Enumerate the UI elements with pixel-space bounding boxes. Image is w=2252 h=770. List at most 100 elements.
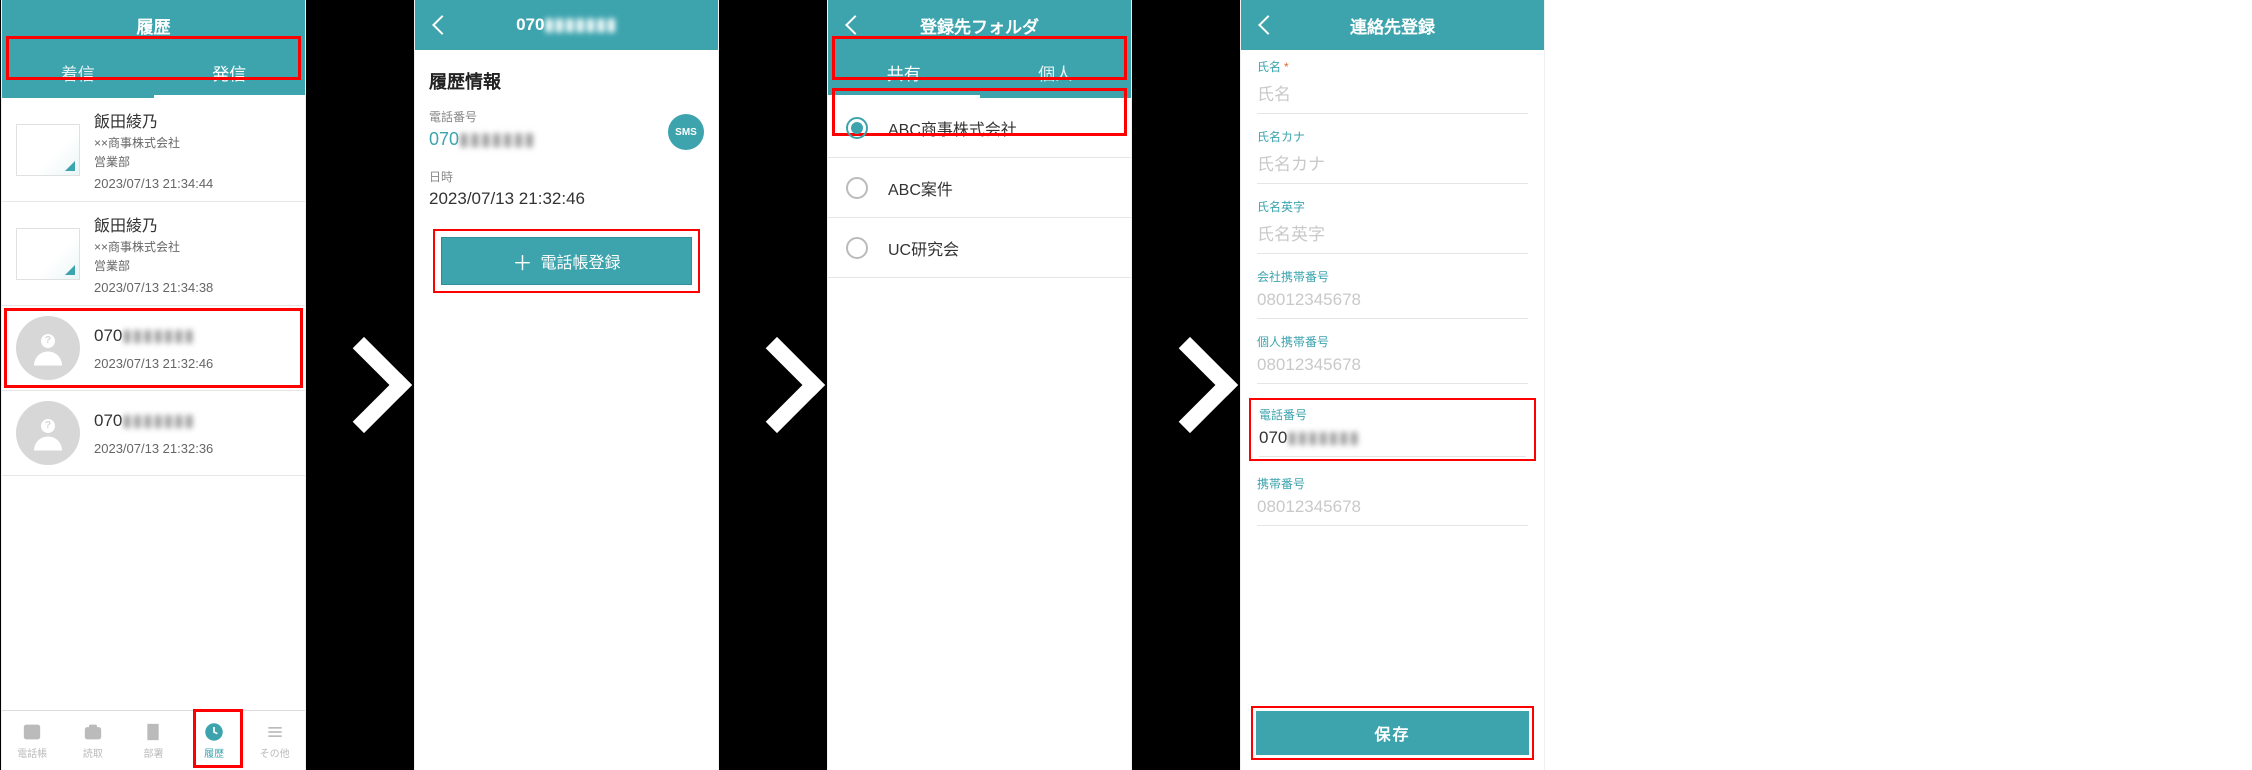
contact-dept: 営業部	[94, 257, 291, 274]
required-mark: *	[1284, 60, 1289, 74]
field-input[interactable]: 08012345678	[1257, 287, 1528, 319]
contact-company: ××商事株式会社	[94, 238, 291, 255]
list-item[interactable]: 飯田綾乃 ××商事株式会社 営業部 2023/07/13 21:34:44	[2, 98, 305, 202]
contact-card-thumb	[16, 124, 80, 176]
field-phone[interactable]: 電話番号 070▮▮▮▮▮▮▮	[1249, 398, 1536, 461]
field-label: 電話番号	[1259, 406, 1526, 423]
tab-personal[interactable]: 個人	[980, 50, 1132, 98]
svg-text:?: ?	[45, 419, 51, 431]
chevron-right-icon	[749, 340, 797, 430]
screen-folder-select: 登録先フォルダ 共有 個人 ABC商事株式会社 ABC案件 UC研究会	[828, 0, 1131, 770]
back-button[interactable]	[1255, 14, 1277, 36]
page-title: 070▮▮▮▮▮▮▮	[415, 0, 718, 50]
field-mobile[interactable]: 携帯番号 08012345678	[1257, 475, 1528, 526]
nav-contacts[interactable]: 電話帳	[2, 711, 63, 770]
folder-option[interactable]: UC研究会	[828, 218, 1131, 278]
unknown-number: 070▮▮▮▮▮▮▮	[94, 411, 291, 431]
field-input[interactable]: 08012345678	[1257, 494, 1528, 526]
phone-value: 070▮▮▮▮▮▮▮	[429, 129, 704, 150]
tab-outgoing[interactable]: 発信	[154, 50, 306, 98]
phone-label: 電話番号	[429, 108, 704, 125]
field-name[interactable]: 氏名* 氏名	[1257, 58, 1528, 114]
field-input[interactable]: 氏名	[1257, 77, 1528, 114]
field-label: 会社携帯番号	[1257, 268, 1528, 285]
date-label: 日時	[429, 168, 704, 185]
contact-card-thumb	[16, 228, 80, 280]
field-input[interactable]: 08012345678	[1257, 352, 1528, 384]
call-time: 2023/07/13 21:34:38	[94, 280, 291, 295]
list-item[interactable]: ? 070▮▮▮▮▮▮▮ 2023/07/13 21:32:46	[2, 306, 305, 391]
register-phonebook-button[interactable]: ＋ 電話帳登録	[441, 237, 692, 285]
nav-label: 部署	[143, 745, 163, 760]
field-input[interactable]: 氏名カナ	[1257, 147, 1528, 184]
field-label: 氏名	[1257, 60, 1281, 74]
step-arrow	[718, 0, 828, 770]
back-button[interactable]	[429, 14, 451, 36]
back-button[interactable]	[842, 14, 864, 36]
avatar-unknown-icon: ?	[16, 316, 80, 380]
contact-name: 飯田綾乃	[94, 108, 291, 132]
folder-label: ABC商事株式会社	[888, 116, 1017, 140]
folder-list: ABC商事株式会社 ABC案件 UC研究会	[828, 98, 1131, 770]
sms-icon: SMS	[675, 127, 697, 138]
field-label: 個人携帯番号	[1257, 333, 1528, 350]
building-icon	[140, 722, 166, 742]
page-title: 履歴	[2, 0, 305, 50]
nav-dept[interactable]: 部署	[123, 711, 184, 770]
folder-tabs: 共有 個人	[828, 50, 1131, 98]
tab-shared[interactable]: 共有	[828, 50, 980, 98]
sms-button[interactable]: SMS	[668, 114, 704, 150]
nav-label: 電話帳	[17, 745, 47, 760]
camera-icon	[80, 722, 106, 742]
call-time: 2023/07/13 21:32:46	[94, 356, 291, 371]
plus-icon: ＋	[512, 247, 532, 276]
page-title: 登録先フォルダ	[828, 0, 1131, 50]
nav-history[interactable]: 履歴	[184, 711, 245, 770]
field-personal-mobile[interactable]: 個人携帯番号 08012345678	[1257, 333, 1528, 384]
bottom-nav: 電話帳 読取 部署 履歴 その他	[2, 710, 305, 770]
menu-icon	[262, 722, 288, 742]
history-list: 飯田綾乃 ××商事株式会社 営業部 2023/07/13 21:34:44 飯田…	[2, 98, 305, 710]
nav-label: その他	[260, 745, 290, 760]
nav-scan[interactable]: 読取	[63, 711, 124, 770]
nav-label: 読取	[83, 745, 103, 760]
tab-incoming[interactable]: 着信	[2, 50, 154, 98]
step-arrow	[1131, 0, 1241, 770]
nav-label: 履歴	[204, 745, 224, 760]
call-time: 2023/07/13 21:34:44	[94, 176, 291, 191]
folder-label: UC研究会	[888, 236, 959, 260]
date-value: 2023/07/13 21:32:46	[429, 189, 704, 209]
call-time: 2023/07/13 21:32:36	[94, 441, 291, 456]
field-company-mobile[interactable]: 会社携帯番号 08012345678	[1257, 268, 1528, 319]
radio-icon	[846, 177, 868, 199]
field-input[interactable]: 070▮▮▮▮▮▮▮	[1259, 425, 1526, 457]
field-name-en[interactable]: 氏名英字 氏名英字	[1257, 198, 1528, 254]
radio-selected-icon	[846, 117, 868, 139]
chevron-right-icon	[336, 340, 384, 430]
screen-contact-register: 連絡先登録 氏名* 氏名 氏名カナ 氏名カナ 氏名英字 氏名英字 会社携帯番号 …	[1241, 0, 1544, 770]
field-label: 氏名カナ	[1257, 128, 1528, 145]
folder-label: ABC案件	[888, 176, 953, 200]
field-label: 携帯番号	[1257, 475, 1528, 492]
contact-dept: 営業部	[94, 153, 291, 170]
button-label: 電話帳登録	[540, 249, 620, 273]
contact-name: 飯田綾乃	[94, 212, 291, 236]
history-tabs: 着信 発信	[2, 50, 305, 98]
screen-history-detail: 070▮▮▮▮▮▮▮ 履歴情報 電話番号 070▮▮▮▮▮▮▮ SMS 日時 2…	[415, 0, 718, 770]
field-input[interactable]: 氏名英字	[1257, 217, 1528, 254]
radio-icon	[846, 237, 868, 259]
register-form: 氏名* 氏名 氏名カナ 氏名カナ 氏名英字 氏名英字 会社携帯番号 080123…	[1241, 50, 1544, 698]
svg-text:?: ?	[45, 334, 51, 346]
nav-more[interactable]: その他	[244, 711, 305, 770]
clock-icon	[201, 722, 227, 742]
save-button[interactable]: 保存	[1256, 711, 1529, 755]
list-item[interactable]: ? 070▮▮▮▮▮▮▮ 2023/07/13 21:32:36	[2, 391, 305, 476]
contacts-icon	[19, 722, 45, 742]
field-name-kana[interactable]: 氏名カナ 氏名カナ	[1257, 128, 1528, 184]
folder-option[interactable]: ABC商事株式会社	[828, 98, 1131, 158]
unknown-number: 070▮▮▮▮▮▮▮	[94, 326, 291, 346]
section-title: 履歴情報	[429, 68, 704, 94]
folder-option[interactable]: ABC案件	[828, 158, 1131, 218]
list-item[interactable]: 飯田綾乃 ××商事株式会社 営業部 2023/07/13 21:34:38	[2, 202, 305, 306]
contact-company: ××商事株式会社	[94, 134, 291, 151]
